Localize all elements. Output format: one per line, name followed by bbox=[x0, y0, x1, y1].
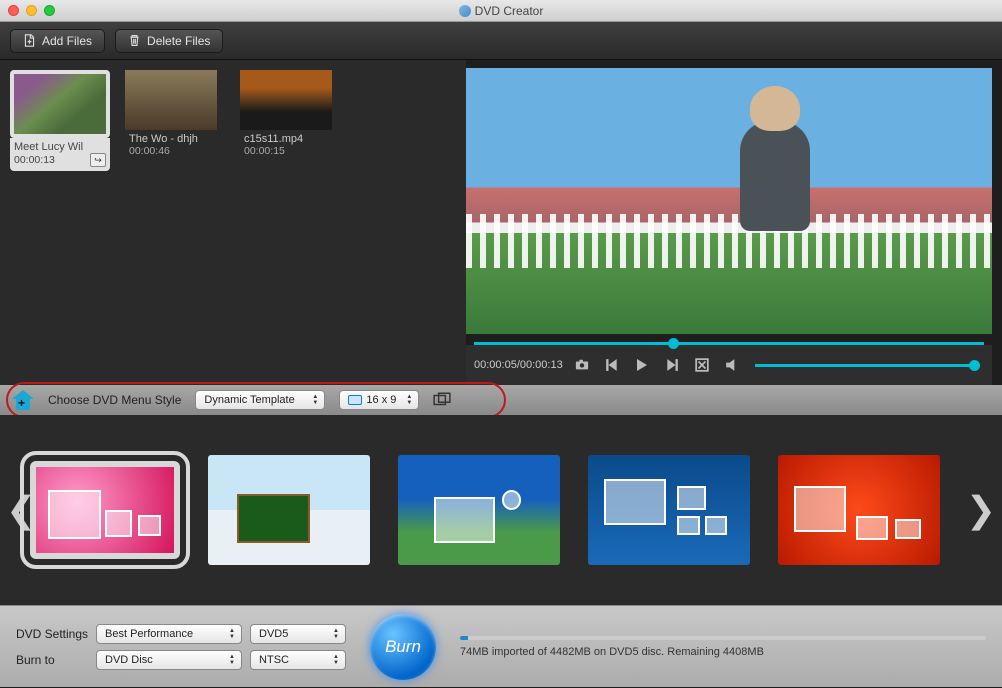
mute-button[interactable] bbox=[721, 355, 743, 375]
select-arrows-icon: ▲▼ bbox=[308, 391, 322, 409]
window-title: DVD Creator bbox=[0, 4, 1002, 18]
time-total: 00:00:13 bbox=[520, 359, 563, 371]
file-item[interactable]: The Wo - dhjh 00:00:46 bbox=[125, 70, 225, 160]
file-name: c15s11.mp4 bbox=[240, 130, 340, 145]
progress-area: 74MB imported of 4482MB on DVD5 disc. Re… bbox=[460, 636, 986, 658]
select-arrows-icon: ▲▼ bbox=[402, 391, 416, 409]
file-list: Meet Lucy Wil 00:00:13 ↪ The Wo - dhjh 0… bbox=[0, 60, 466, 385]
next-button[interactable] bbox=[661, 355, 683, 375]
file-duration: 00:00:15 bbox=[240, 145, 340, 160]
app-icon bbox=[459, 5, 471, 17]
template-item[interactable] bbox=[588, 455, 750, 565]
aspect-ratio-value: 16 x 9 bbox=[366, 394, 396, 406]
select-arrows-icon: ▲▼ bbox=[225, 651, 239, 669]
expand-templates-button[interactable] bbox=[433, 392, 451, 408]
volume-knob[interactable] bbox=[969, 360, 980, 371]
volume-slider[interactable] bbox=[751, 364, 984, 367]
timecode: 00:00:05/00:00:13 bbox=[474, 359, 563, 371]
quality-value: Best Performance bbox=[105, 628, 193, 640]
burn-to-label: Burn to bbox=[16, 653, 88, 667]
file-name: The Wo - dhjh bbox=[125, 130, 225, 145]
menu-style-bar: Choose DVD Menu Style Dynamic Template ▲… bbox=[0, 385, 1002, 415]
video-format-select[interactable]: NTSC ▲▼ bbox=[250, 650, 346, 670]
select-arrows-icon: ▲▼ bbox=[329, 651, 343, 669]
template-item[interactable] bbox=[778, 455, 940, 565]
file-thumbnail bbox=[125, 70, 217, 130]
file-thumbnail bbox=[240, 70, 332, 130]
import-progress-bar bbox=[460, 636, 986, 640]
preview-scene-decoration bbox=[466, 214, 992, 267]
camera-icon bbox=[575, 358, 589, 372]
add-files-button[interactable]: Add Files bbox=[10, 29, 105, 53]
speaker-icon bbox=[725, 358, 739, 372]
snapshot-button[interactable] bbox=[571, 355, 593, 375]
trash-icon bbox=[128, 34, 141, 47]
window-title-text: DVD Creator bbox=[475, 4, 544, 18]
file-thumbnail bbox=[14, 74, 106, 134]
next-icon bbox=[665, 358, 679, 372]
file-name: Meet Lucy Wil bbox=[10, 138, 110, 153]
add-file-icon bbox=[23, 34, 36, 47]
time-current: 00:00:05 bbox=[474, 359, 517, 371]
seek-knob[interactable] bbox=[668, 338, 679, 349]
video-format-value: NTSC bbox=[259, 654, 289, 666]
delete-files-button[interactable]: Delete Files bbox=[115, 29, 223, 53]
prev-button[interactable] bbox=[601, 355, 623, 375]
burn-button-label: Burn bbox=[385, 637, 421, 657]
disc-type-value: DVD5 bbox=[259, 628, 288, 640]
template-item[interactable] bbox=[30, 461, 180, 559]
select-arrows-icon: ▲▼ bbox=[329, 625, 343, 643]
preview-panel: 00:00:05/00:00:13 bbox=[466, 60, 1002, 385]
file-duration: 00:00:13 bbox=[14, 154, 55, 166]
templates-next-button[interactable]: ❯ bbox=[966, 489, 996, 531]
file-item[interactable]: Meet Lucy Wil 00:00:13 ↪ bbox=[10, 70, 110, 171]
add-files-label: Add Files bbox=[42, 34, 92, 48]
seek-bar[interactable] bbox=[474, 342, 984, 345]
fullscreen-icon bbox=[695, 358, 709, 372]
dvd-settings-label: DVD Settings bbox=[16, 627, 88, 641]
burn-target-select[interactable]: DVD Disc ▲▼ bbox=[96, 650, 242, 670]
player-controls: 00:00:05/00:00:13 bbox=[466, 345, 992, 385]
quality-select[interactable]: Best Performance ▲▼ bbox=[96, 624, 242, 644]
template-item[interactable] bbox=[398, 455, 560, 565]
disc-type-select[interactable]: DVD5 ▲▼ bbox=[250, 624, 346, 644]
fullscreen-button[interactable] bbox=[691, 355, 713, 375]
select-arrows-icon: ▲▼ bbox=[225, 625, 239, 643]
file-duration: 00:00:46 bbox=[125, 145, 225, 160]
template-type-value: Dynamic Template bbox=[204, 394, 294, 406]
main-area: Meet Lucy Wil 00:00:13 ↪ The Wo - dhjh 0… bbox=[0, 60, 1002, 385]
templates-strip: ❮ ❯ bbox=[0, 415, 1002, 605]
file-item[interactable]: c15s11.mp4 00:00:15 bbox=[240, 70, 340, 160]
prev-icon bbox=[605, 358, 619, 372]
delete-files-label: Delete Files bbox=[147, 34, 210, 48]
video-preview[interactable] bbox=[466, 68, 992, 334]
play-button[interactable] bbox=[631, 355, 653, 375]
aspect-ratio-select[interactable]: 16 x 9 ▲▼ bbox=[339, 390, 419, 410]
burn-button[interactable]: Burn bbox=[370, 614, 436, 680]
template-type-select[interactable]: Dynamic Template ▲▼ bbox=[195, 390, 325, 410]
screen-icon bbox=[348, 395, 362, 405]
preview-scene-decoration bbox=[740, 121, 810, 231]
import-status-text: 74MB imported of 4482MB on DVD5 disc. Re… bbox=[460, 646, 986, 658]
add-menu-button[interactable] bbox=[12, 390, 34, 410]
export-icon[interactable]: ↪ bbox=[90, 153, 106, 167]
menu-style-label: Choose DVD Menu Style bbox=[48, 393, 181, 407]
template-item[interactable] bbox=[208, 455, 370, 565]
burn-target-value: DVD Disc bbox=[105, 654, 153, 666]
play-icon bbox=[635, 358, 649, 372]
bottom-settings: DVD Settings Best Performance ▲▼ DVD5 ▲▼… bbox=[0, 605, 1002, 687]
titlebar: DVD Creator bbox=[0, 0, 1002, 22]
toolbar: Add Files Delete Files bbox=[0, 22, 1002, 60]
